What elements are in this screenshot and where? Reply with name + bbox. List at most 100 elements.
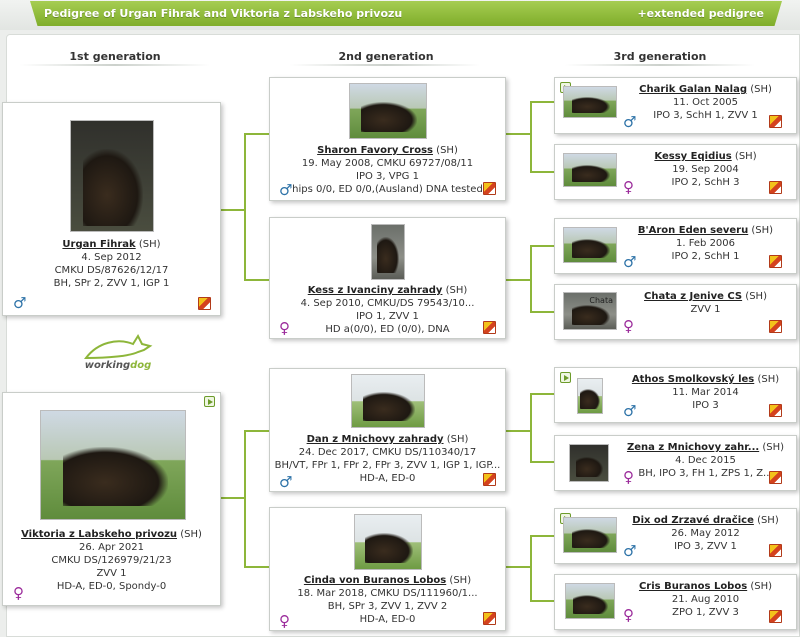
male-icon: ♂: [623, 113, 637, 131]
female-icon: ♀: [623, 606, 634, 624]
ancestor-card-sharon[interactable]: Sharon Favory Cross (SH) 19. May 2008, C…: [269, 77, 506, 201]
connector: [244, 133, 246, 280]
flag-icon[interactable]: [769, 471, 782, 484]
female-icon: ♀: [623, 317, 634, 335]
dam-card[interactable]: Viktoria z Labskeho privozu (SH) 26. Apr…: [2, 392, 221, 606]
dog-photo: [351, 374, 425, 428]
dog-name-link[interactable]: Chata z Jenive CS: [644, 291, 742, 302]
connector: [530, 311, 554, 313]
dog-name-link[interactable]: Kess z Ivanciny zahrady: [308, 285, 443, 296]
connector: [530, 535, 532, 602]
dog-name-link[interactable]: Kessy Eqidius: [654, 151, 731, 162]
connector: [530, 535, 554, 537]
flag-icon[interactable]: [769, 115, 782, 128]
female-icon: ♀: [623, 468, 634, 486]
connector: [530, 101, 532, 173]
female-icon: ♀: [279, 612, 290, 630]
gen-label-3: 3rd generation: [613, 50, 707, 63]
dog-name-link[interactable]: Cinda von Buranos Lobos: [304, 575, 446, 586]
flag-icon[interactable]: [769, 320, 782, 333]
flag-icon[interactable]: [769, 404, 782, 417]
connector: [221, 497, 245, 499]
ancestor-card-kess[interactable]: Kess z Ivanciny zahrady (SH) 4. Sep 2010…: [269, 217, 506, 339]
male-icon: ♂: [623, 542, 637, 560]
flag-icon[interactable]: [769, 255, 782, 268]
play-video-icon[interactable]: [560, 372, 571, 383]
dog-photo: [563, 517, 617, 553]
dog-photo: [371, 224, 405, 280]
gen-divider-2: [290, 64, 480, 66]
dog-name-link[interactable]: B'Aron Eden severu: [638, 225, 748, 236]
male-icon: ♂: [279, 473, 293, 491]
connector: [221, 209, 245, 211]
dog-name-link[interactable]: Cris Buranos Lobos: [639, 581, 747, 592]
dog-photo: [563, 153, 617, 187]
connector: [530, 393, 532, 463]
flag-icon[interactable]: [198, 297, 211, 310]
logo-word-dog: dog: [130, 360, 152, 371]
play-video-icon[interactable]: [204, 396, 215, 407]
connector: [506, 430, 531, 432]
dog-name-link[interactable]: Charik Galan Nalag: [639, 84, 747, 95]
dog-photo: [563, 227, 617, 263]
connector: [530, 461, 554, 463]
connector: [244, 279, 269, 281]
gen-divider-3: [565, 64, 755, 66]
ancestor-card-cinda[interactable]: Cinda von Buranos Lobos (SH) 18. Mar 201…: [269, 507, 506, 631]
male-icon: ♂: [623, 253, 637, 271]
flag-icon[interactable]: [483, 473, 496, 486]
extended-pedigree-link[interactable]: +extended pedigree: [637, 7, 764, 20]
ancestor-card-zena[interactable]: Zena z Mnichovy zahr... (SH) 4. Dec 2015…: [554, 435, 797, 491]
page-title: Pedigree of Urgan Fihrak and Viktoria z …: [44, 7, 403, 20]
flag-icon[interactable]: [483, 321, 496, 334]
flag-icon[interactable]: [769, 610, 782, 623]
dog-name-link[interactable]: Dan z Mnichovy zahrady: [307, 434, 444, 445]
flag-icon[interactable]: [769, 181, 782, 194]
gen-divider-1: [20, 64, 210, 66]
dog-name-link[interactable]: Athos Smolkovský les: [632, 374, 754, 385]
dog-name-link[interactable]: Zena z Mnichovy zahr...: [627, 442, 759, 453]
flag-icon[interactable]: [769, 544, 782, 557]
male-icon: ♂: [279, 181, 293, 199]
dog-name-link[interactable]: Viktoria z Labskeho privozu: [21, 529, 177, 540]
flag-icon[interactable]: [483, 612, 496, 625]
connector: [530, 101, 554, 103]
flag-icon[interactable]: [483, 182, 496, 195]
gen-label-2: 2nd generation: [338, 50, 434, 63]
header-bar: Pedigree of Urgan Fihrak and Viktoria z …: [30, 1, 782, 26]
connector: [530, 393, 554, 395]
dog-name-link[interactable]: Dix od Zrzavé dračice: [632, 515, 754, 526]
female-icon: ♀: [279, 319, 290, 337]
connector: [244, 430, 246, 567]
dog-photo: [349, 83, 427, 139]
connector: [244, 430, 269, 432]
female-icon: ♀: [13, 584, 24, 602]
ancestor-card-dix[interactable]: Dix od Zrzavé dračice (SH) 26. May 2012 …: [554, 508, 797, 564]
connector: [530, 245, 554, 247]
dog-photo: [577, 378, 603, 414]
dog-photo: [563, 86, 617, 118]
connector: [244, 133, 269, 135]
female-icon: ♀: [623, 178, 634, 196]
dog-photo: Chata: [563, 292, 617, 330]
dog-name-link[interactable]: Urgan Fihrak: [62, 239, 135, 250]
connector: [506, 566, 531, 568]
ancestor-card-charik[interactable]: Charik Galan Nalag (SH) 11. Oct 2005 IPO…: [554, 77, 797, 134]
dog-silhouette-icon: [83, 333, 153, 360]
working-dog-logo: workingdog: [78, 332, 158, 380]
ancestor-card-cris[interactable]: Cris Buranos Lobos (SH) 21. Aug 2010 ZPO…: [554, 574, 797, 630]
connector: [530, 600, 554, 602]
connector: [530, 245, 532, 313]
dog-photo: [70, 120, 154, 232]
gen-label-1: 1st generation: [69, 50, 161, 63]
ancestor-card-kessy[interactable]: Kessy Eqidius (SH) 19. Sep 2004 IPO 2, S…: [554, 144, 797, 200]
ancestor-card-athos[interactable]: Athos Smolkovský les (SH) 11. Mar 2014 I…: [554, 367, 797, 423]
ancestor-card-baron[interactable]: B'Aron Eden severu (SH) 1. Feb 2006 IPO …: [554, 218, 797, 274]
ancestor-card-dan[interactable]: Dan z Mnichovy zahrady (SH) 24. Dec 2017…: [269, 368, 506, 492]
page-header: Pedigree of Urgan Fihrak and Viktoria z …: [0, 0, 800, 30]
logo-word-working: working: [84, 360, 131, 371]
ancestor-card-chata[interactable]: Chata Chata z Jenive CS (SH) ZVV 1 ♀: [554, 284, 797, 340]
dog-name-link[interactable]: Sharon Favory Cross: [317, 145, 433, 156]
sire-card[interactable]: Urgan Fihrak (SH) 4. Sep 2012 CMKU DS/87…: [2, 102, 221, 316]
dog-photo: [354, 514, 422, 570]
